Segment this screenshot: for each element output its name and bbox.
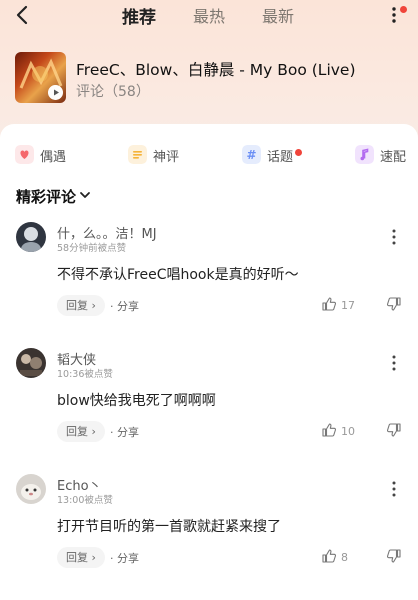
share-button[interactable]: · 分享 — [110, 424, 139, 440]
avatar-image — [16, 474, 46, 504]
hash-icon: # — [242, 145, 261, 164]
comment-text: 不得不承认FreeC唱hook是真的好听～ — [57, 267, 299, 283]
liked-time: 58分钟前被点赞 — [57, 243, 127, 254]
notification-dot — [400, 6, 407, 13]
notification-dot — [295, 149, 302, 156]
more-options-icon[interactable] — [391, 355, 397, 371]
comment-item: Echo丶 13:00被点赞 打开节目听的第一首歌就赶紧来搜了 回复 › · 分… — [0, 474, 418, 594]
svg-text:#: # — [246, 148, 256, 162]
heart-icon — [15, 145, 34, 164]
more-options-icon[interactable] — [391, 229, 397, 245]
like-count: 10 — [341, 425, 355, 438]
top-bar: 推荐 最热 最新 — [0, 0, 418, 30]
music-note-icon — [355, 145, 374, 164]
avatar[interactable] — [16, 474, 46, 504]
liked-time: 13:00被点赞 — [57, 495, 113, 506]
thumbs-up-icon[interactable] — [321, 422, 337, 438]
song-title: FreeC、Blow、白静晨 - My Boo (Live) — [76, 61, 356, 79]
avatar[interactable] — [16, 348, 46, 378]
share-button[interactable]: · 分享 — [110, 298, 139, 314]
comment-text: 打开节目听的第一首歌就赶紧来搜了 — [57, 519, 281, 535]
thumbs-down-icon[interactable] — [386, 296, 402, 312]
back-arrow-icon[interactable] — [14, 5, 32, 25]
comment-text: blow快给我电死了啊啊啊 — [57, 393, 216, 409]
liked-time: 10:36被点赞 — [57, 369, 113, 380]
comment-count: 评论（58） — [76, 84, 150, 100]
like-count: 17 — [341, 299, 355, 312]
chip-label: 速配 — [380, 150, 407, 165]
tab-hottest[interactable]: 最热 — [193, 3, 225, 27]
reply-button[interactable]: 回复 › — [57, 421, 105, 442]
album-cover[interactable] — [15, 52, 66, 103]
chevron-down-icon[interactable] — [79, 190, 91, 200]
list-icon — [128, 145, 147, 164]
chip-label: 话题 — [267, 150, 294, 165]
thumbs-up-icon[interactable] — [321, 548, 337, 564]
thumbs-up-icon[interactable] — [321, 296, 337, 312]
song-info[interactable]: FreeC、Blow、白静晨 - My Boo (Live) 评论（58） — [15, 52, 405, 104]
more-menu-icon[interactable] — [390, 6, 400, 24]
tab-recommended[interactable]: 推荐 — [122, 3, 156, 28]
play-icon[interactable] — [48, 85, 63, 100]
section-title[interactable]: 精彩评论 — [16, 186, 76, 207]
more-options-icon[interactable] — [391, 481, 397, 497]
reply-button[interactable]: 回复 › — [57, 295, 105, 316]
comments-panel: 偶遇 神评 # 话题 速配 精彩评论 什，么。。洁！MJ 58分钟前被点赞 不得… — [0, 124, 418, 600]
comment-item: 韬大侠 10:36被点赞 blow快给我电死了啊啊啊 回复 › · 分享 10 — [0, 348, 418, 468]
share-button[interactable]: · 分享 — [110, 550, 139, 566]
comment-item: 什，么。。洁！MJ 58分钟前被点赞 不得不承认FreeC唱hook是真的好听～… — [0, 222, 418, 342]
avatar[interactable] — [16, 222, 46, 252]
avatar-image — [16, 222, 46, 252]
chip-label: 偶遇 — [40, 150, 67, 165]
chip-label: 神评 — [153, 150, 180, 165]
feature-chips: 偶遇 神评 # 话题 速配 — [0, 144, 418, 166]
like-count: 8 — [341, 551, 348, 564]
thumbs-down-icon[interactable] — [386, 548, 402, 564]
avatar-image — [16, 348, 46, 378]
thumbs-down-icon[interactable] — [386, 422, 402, 438]
tab-newest[interactable]: 最新 — [262, 3, 294, 27]
reply-button[interactable]: 回复 › — [57, 547, 105, 568]
